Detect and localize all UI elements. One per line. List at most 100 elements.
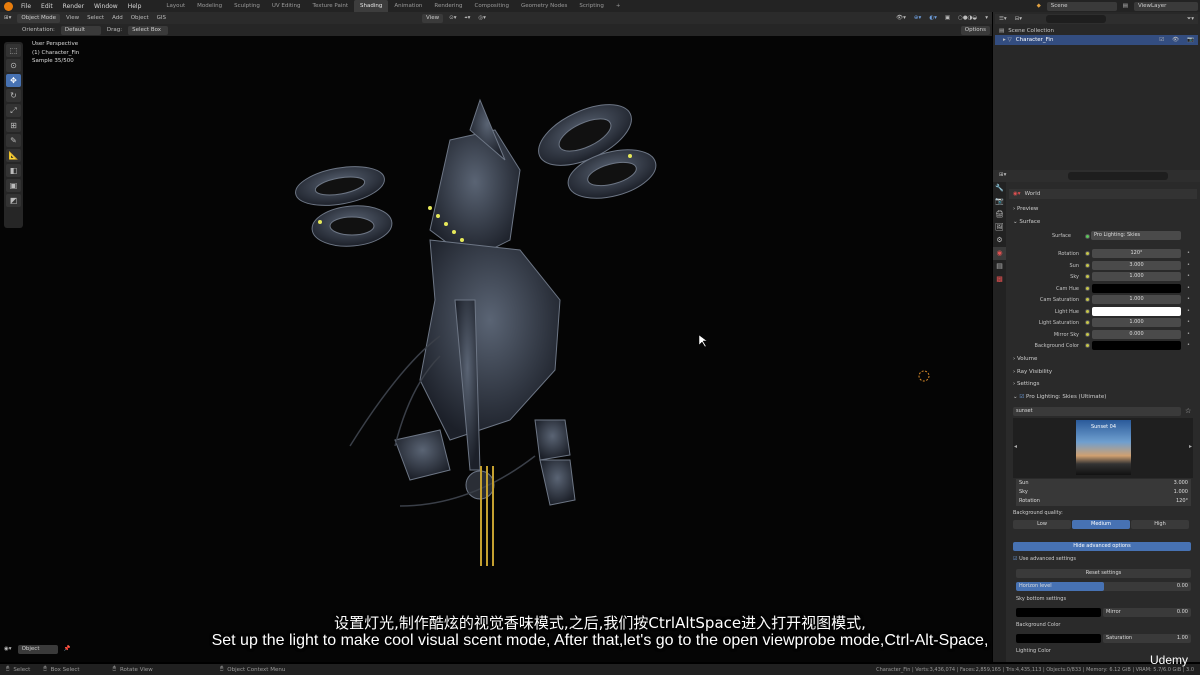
tab-rendering[interactable]: Rendering: [428, 0, 468, 12]
prev-sky-icon[interactable]: ◂: [1014, 443, 1017, 450]
menu-file[interactable]: File: [16, 3, 36, 10]
scene-tab-icon[interactable]: ⚙: [993, 234, 1006, 247]
horizon-level-slider[interactable]: Horizon level 0.00: [1016, 582, 1191, 591]
hide-advanced-button[interactable]: Hide advanced options: [1013, 542, 1191, 551]
gizmo-icon[interactable]: ⊕▾: [910, 15, 925, 21]
output-tab-icon[interactable]: 🖨: [993, 208, 1006, 221]
field-value[interactable]: 1.000: [1092, 272, 1181, 281]
preview-section[interactable]: › Preview: [1013, 206, 1038, 212]
tab-scripting[interactable]: Scripting: [573, 0, 609, 12]
display-mode-icon[interactable]: ⊟▾: [1011, 16, 1026, 22]
3d-viewport[interactable]: [0, 36, 992, 662]
keyframe-icon[interactable]: •: [1187, 331, 1190, 337]
editor-type-icon[interactable]: ⊞▾: [0, 15, 15, 21]
extra-tool-icon[interactable]: ▣: [6, 179, 21, 192]
field-value[interactable]: 0.000: [1092, 329, 1181, 339]
texture-tab-icon[interactable]: ▩: [993, 273, 1006, 286]
mode-selector[interactable]: Object Mode: [17, 13, 61, 23]
world-tab-icon[interactable]: ◉: [993, 247, 1006, 260]
keyframe-icon[interactable]: •: [1187, 250, 1190, 256]
camera-icon[interactable]: 📷: [1183, 37, 1198, 43]
keyframe-icon[interactable]: •: [1187, 273, 1190, 279]
field-value[interactable]: 120°: [1092, 249, 1181, 258]
proportional-edit-icon[interactable]: ◎▾: [474, 15, 490, 21]
keyframe-icon[interactable]: •: [1187, 296, 1190, 302]
surface-section[interactable]: ⌄ Surface: [1013, 219, 1040, 225]
keyframe-icon[interactable]: •: [1187, 308, 1190, 314]
add-workspace-button[interactable]: +: [610, 0, 627, 12]
favorite-star-icon[interactable]: ☆: [1185, 407, 1191, 415]
sky-field[interactable]: Sun 3.000: [1016, 479, 1191, 488]
move-tool-icon[interactable]: ✥: [6, 74, 21, 87]
menu-view[interactable]: View: [62, 15, 83, 21]
visibility-icon[interactable]: 👁▾: [892, 15, 910, 21]
tab-layout[interactable]: Layout: [160, 0, 191, 12]
collection-tab-icon[interactable]: ▤: [993, 260, 1006, 273]
field-value[interactable]: 1.000: [1092, 318, 1181, 327]
menu-help[interactable]: Help: [123, 3, 147, 10]
tab-geometry-nodes[interactable]: Geometry Nodes: [515, 0, 573, 12]
rotate-tool-icon[interactable]: ↻: [6, 89, 21, 102]
menu-object[interactable]: Object: [127, 15, 153, 21]
keyframe-icon[interactable]: •: [1187, 342, 1190, 348]
shading-modes-icon[interactable]: ○●◑◒: [954, 15, 981, 21]
outliner-type-icon[interactable]: ☰▾: [995, 16, 1011, 22]
add-cube-tool-icon[interactable]: ◧: [6, 164, 21, 177]
field-value[interactable]: [1092, 341, 1181, 350]
xray-icon[interactable]: ▣: [941, 15, 954, 21]
properties-type-icon[interactable]: ⊞▾: [995, 172, 1010, 178]
keyframe-icon[interactable]: •: [1187, 262, 1190, 268]
keyframe-icon[interactable]: •: [1187, 319, 1190, 325]
field-value[interactable]: 3.000: [1092, 260, 1181, 270]
eye-icon[interactable]: 👁: [1168, 37, 1183, 43]
options-button[interactable]: Options: [960, 25, 990, 35]
sky-field[interactable]: Rotation 120°: [1016, 497, 1191, 506]
view-layer-selector[interactable]: ViewLayer: [1134, 1, 1198, 11]
use-advanced-checkbox[interactable]: ☑ Use advanced settings: [1013, 556, 1076, 562]
measure-tool-icon[interactable]: 📐: [6, 149, 21, 162]
outliner-object-row[interactable]: ▸ ▽ Character_Fin ☑ 👁 📷: [995, 35, 1198, 45]
field-value[interactable]: 1.000: [1092, 295, 1181, 304]
render-tab-icon[interactable]: 📷: [993, 195, 1006, 208]
menu-edit[interactable]: Edit: [36, 3, 58, 10]
addon-section[interactable]: ⌄ ☑ Pro Lighting: Skies (Ultimate): [1013, 394, 1106, 400]
tab-compositing[interactable]: Compositing: [469, 0, 515, 12]
menu-gis[interactable]: GIS: [153, 15, 170, 21]
quality-low-button[interactable]: Low: [1013, 520, 1071, 529]
next-sky-icon[interactable]: ▸: [1189, 443, 1192, 450]
reset-settings-button[interactable]: Reset settings: [1016, 569, 1191, 578]
volume-section[interactable]: › Volume: [1013, 356, 1037, 362]
preset-selector[interactable]: sunset: [1013, 407, 1181, 416]
scene-selector[interactable]: Scene: [1046, 1, 1117, 11]
annotate-tool-icon[interactable]: ✎: [6, 134, 21, 147]
object-expand-icon[interactable]: ▸ ▽: [995, 37, 1016, 43]
orientation-selector[interactable]: Default: [60, 25, 101, 35]
menu-add[interactable]: Add: [108, 15, 127, 21]
pivot-icon[interactable]: ⊙▾: [445, 15, 460, 21]
field-value[interactable]: [1092, 306, 1181, 316]
menu-select[interactable]: Select: [83, 15, 108, 21]
view-layer-tab-icon[interactable]: 🖼: [993, 221, 1006, 234]
tab-modeling[interactable]: Modeling: [191, 0, 228, 12]
properties-search-input[interactable]: [1068, 172, 1168, 180]
view-transform-selector[interactable]: View: [422, 13, 444, 23]
addon-checkbox-icon[interactable]: ☑: [1019, 394, 1024, 400]
quality-medium-button[interactable]: Medium: [1072, 520, 1130, 529]
settings-section[interactable]: › Settings: [1013, 381, 1040, 387]
field-value[interactable]: [1092, 283, 1181, 293]
shading-options-icon[interactable]: ▾: [981, 15, 992, 21]
overlay-icon[interactable]: ◐▾: [925, 15, 941, 21]
cursor-tool-icon[interactable]: ⊙: [6, 59, 21, 72]
extra-tool-2-icon[interactable]: ◩: [6, 194, 21, 207]
tab-sculpting[interactable]: Sculpting: [228, 0, 266, 12]
menu-render[interactable]: Render: [58, 3, 89, 10]
scale-tool-icon[interactable]: ⤢: [6, 104, 21, 117]
ray-visibility-section[interactable]: › Ray Visibility: [1013, 369, 1052, 375]
sky-field[interactable]: Sky 1.000: [1016, 488, 1191, 497]
select-tool-icon[interactable]: ⬚: [6, 44, 21, 57]
world-selector[interactable]: ◉▾ World: [1009, 189, 1197, 199]
tool-tab-icon[interactable]: 🔧: [993, 182, 1006, 195]
tab-texture-paint[interactable]: Texture Paint: [307, 0, 355, 12]
tab-shading[interactable]: Shading: [354, 0, 389, 12]
sky-thumbnail[interactable]: Sunset 04: [1076, 420, 1131, 475]
